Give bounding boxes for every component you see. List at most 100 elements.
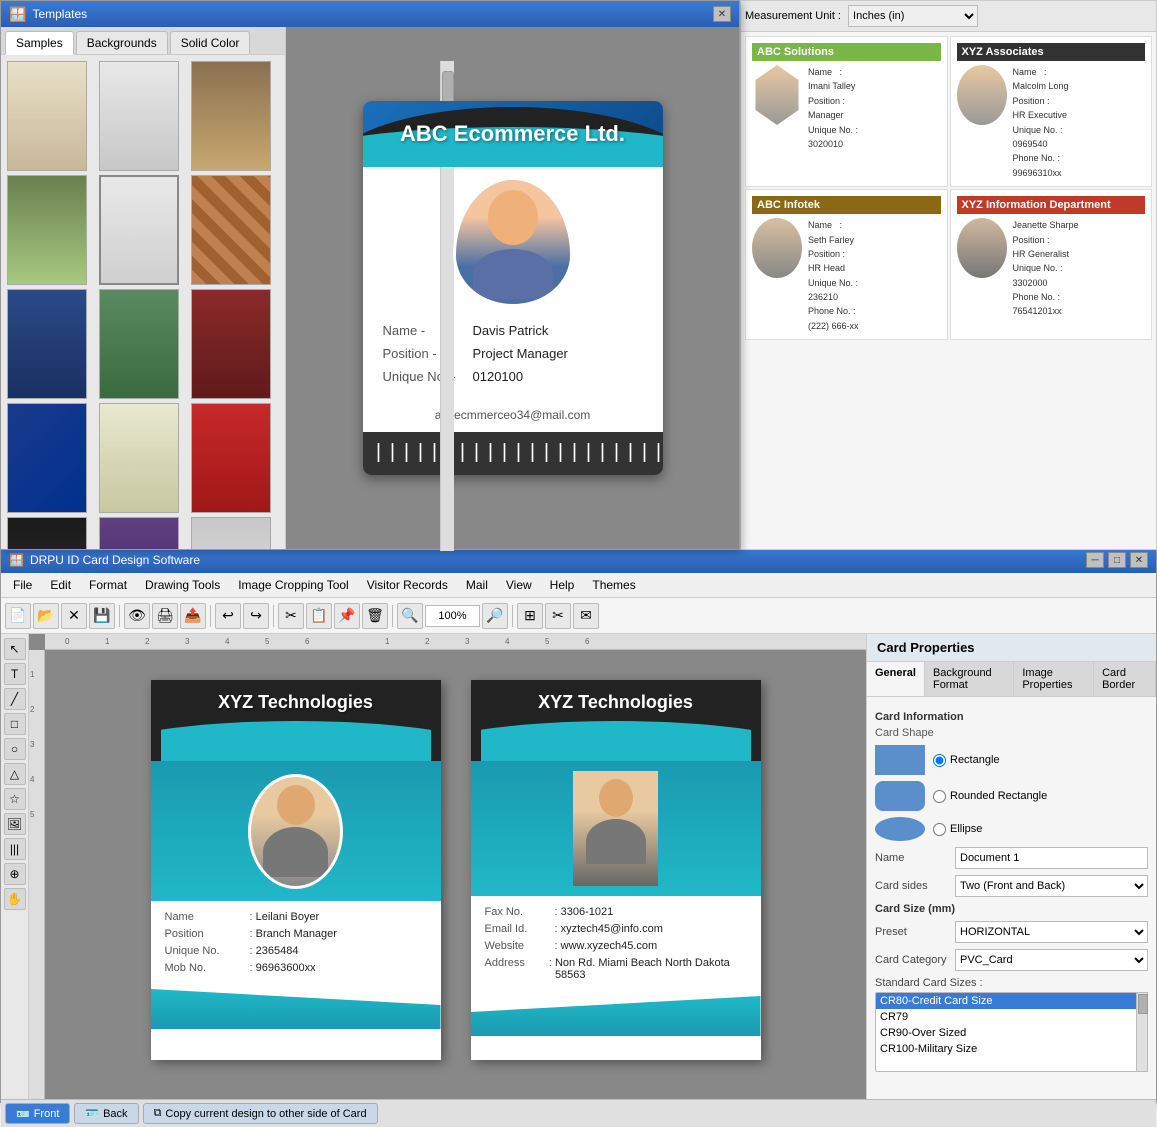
tab-backgrounds[interactable]: Backgrounds: [76, 31, 168, 54]
back-fax-label: Fax No.: [485, 906, 555, 918]
tool-crop[interactable]: ⊕: [4, 863, 26, 885]
grid-btn[interactable]: ⊞: [517, 603, 543, 629]
rounded-radio-label[interactable]: Rounded Rectangle: [933, 790, 1047, 803]
copy-btn[interactable]: 📋: [306, 603, 332, 629]
menu-view[interactable]: View: [498, 575, 540, 595]
listbox-scrollbar[interactable]: [1136, 992, 1148, 1072]
menu-file[interactable]: File: [5, 575, 40, 595]
template-thumb-14[interactable]: [99, 517, 179, 549]
template-thumb-15[interactable]: [191, 517, 271, 549]
tab-solid-color[interactable]: Solid Color: [170, 31, 251, 54]
tab-back[interactable]: 🪪 Back: [74, 1103, 138, 1124]
tool-image[interactable]: 🖼: [4, 813, 26, 835]
template-thumb-2[interactable]: [99, 61, 179, 171]
back-website-row: Website : www.xyzech45.com: [485, 940, 747, 952]
menu-image-cropping[interactable]: Image Cropping Tool: [230, 575, 357, 595]
open-btn[interactable]: 📂: [33, 603, 59, 629]
template-thumb-11[interactable]: [99, 403, 179, 513]
paste-btn[interactable]: 📌: [334, 603, 360, 629]
template-thumb-4[interactable]: [7, 175, 87, 285]
menu-drawing-tools[interactable]: Drawing Tools: [137, 575, 228, 595]
menu-mail[interactable]: Mail: [458, 575, 496, 595]
abc-infotek-card[interactable]: ABC Infotek Name : Seth Farley Position …: [745, 189, 948, 340]
menu-help[interactable]: Help: [542, 575, 583, 595]
rectangle-radio[interactable]: [933, 754, 946, 767]
ellipse-radio[interactable]: [933, 823, 946, 836]
menu-themes[interactable]: Themes: [584, 575, 643, 595]
template-thumb-3[interactable]: [191, 61, 271, 171]
back-card[interactable]: XYZ Technologies: [471, 680, 761, 1060]
abc-solutions-card[interactable]: ABC Solutions Name : Imani Talley Positi…: [745, 36, 948, 187]
zoom-in-btn[interactable]: 🔍: [397, 603, 423, 629]
xyz-info-dept-card[interactable]: XYZ Information Department Jeanette Shar…: [950, 189, 1153, 340]
front-card-info: Name : Leilani Boyer Position : Branch M…: [151, 901, 441, 989]
front-card[interactable]: XYZ Technologies: [151, 680, 441, 1060]
rectangle-radio-label[interactable]: Rectangle: [933, 754, 1000, 767]
maximize-btn[interactable]: □: [1108, 552, 1126, 568]
listbox-scrollbar-thumb[interactable]: [1138, 994, 1148, 1014]
ruler-h-m6: 6: [585, 637, 589, 646]
delete-btn[interactable]: 🗑: [362, 603, 388, 629]
menu-visitor-records[interactable]: Visitor Records: [359, 575, 456, 595]
template-thumb-1[interactable]: [7, 61, 87, 171]
abc-infotek-title: ABC Infotek: [752, 196, 941, 214]
template-thumb-8[interactable]: [99, 289, 179, 399]
tool-circle[interactable]: ○: [4, 738, 26, 760]
close-doc-btn[interactable]: ✕: [61, 603, 87, 629]
template-thumb-5[interactable]: [99, 175, 179, 285]
xyz-position: Position : HR Executive: [1013, 94, 1069, 123]
tab-general[interactable]: General: [867, 662, 925, 696]
template-thumb-13[interactable]: [7, 517, 87, 549]
canvas-area[interactable]: 1 2 3 4 5 0 1 2 3 4 5 6: [29, 634, 866, 1099]
template-thumb-12[interactable]: [191, 403, 271, 513]
undo-btn[interactable]: ↩: [215, 603, 241, 629]
zoom-out-btn[interactable]: 🔎: [482, 603, 508, 629]
tool-line[interactable]: ╱: [4, 688, 26, 710]
email-btn[interactable]: ✉: [573, 603, 599, 629]
tool-pointer[interactable]: ↖: [4, 638, 26, 660]
export-btn[interactable]: 📤: [180, 603, 206, 629]
tool-rect[interactable]: □: [4, 713, 26, 735]
infotek-phone: Phone No. : (222) 666-xx: [808, 304, 859, 333]
template-thumb-9[interactable]: [191, 289, 271, 399]
tool-text[interactable]: T: [4, 663, 26, 685]
tool-star[interactable]: ☆: [4, 788, 26, 810]
tool-triangle[interactable]: △: [4, 763, 26, 785]
front-unique-value: 2365484: [256, 945, 299, 957]
template-thumb-10[interactable]: [7, 403, 87, 513]
menu-format[interactable]: Format: [81, 575, 135, 595]
xyz-info-unique: Unique No. : 3302000: [1013, 261, 1079, 290]
xyz-associates-card[interactable]: XYZ Associates Name : Malcolm Long Posit…: [950, 36, 1153, 187]
minimize-btn[interactable]: ─: [1086, 552, 1104, 568]
card-category-select[interactable]: PVC_Card: [955, 949, 1148, 971]
template-thumb-7[interactable]: [7, 289, 87, 399]
print-btn[interactable]: 🖨: [152, 603, 178, 629]
close-main-btn[interactable]: ✕: [1130, 552, 1148, 568]
card-sides-select[interactable]: Two (Front and Back): [955, 875, 1148, 897]
save-btn[interactable]: 💾: [89, 603, 115, 629]
tab-front[interactable]: 🪪 Front: [5, 1103, 70, 1124]
tab-image-properties[interactable]: Image Properties: [1014, 662, 1094, 696]
preview-btn[interactable]: 👁: [124, 603, 150, 629]
redo-btn[interactable]: ↪: [243, 603, 269, 629]
menu-edit[interactable]: Edit: [42, 575, 79, 595]
preset-select[interactable]: HORIZONTAL: [955, 921, 1148, 943]
close-btn[interactable]: ✕: [713, 6, 731, 22]
sizes-listbox[interactable]: CR80-Credit Card SizeCR79CR90-Over Sized…: [875, 992, 1148, 1072]
crop-btn[interactable]: ✂: [545, 603, 571, 629]
rounded-radio[interactable]: [933, 790, 946, 803]
rectangle-label: Rectangle: [950, 754, 1000, 766]
tab-samples[interactable]: Samples: [5, 31, 74, 55]
tab-background-format[interactable]: Background Format: [925, 662, 1014, 696]
tool-barcode[interactable]: |||: [4, 838, 26, 860]
measurement-select[interactable]: Inches (in): [848, 5, 978, 27]
name-field[interactable]: [955, 847, 1148, 869]
tab-card-border[interactable]: Card Border: [1094, 662, 1156, 696]
zoom-input[interactable]: [425, 605, 480, 627]
tool-hand[interactable]: ✋: [4, 888, 26, 910]
cut-btn[interactable]: ✂: [278, 603, 304, 629]
ellipse-radio-label[interactable]: Ellipse: [933, 823, 982, 836]
tab-copy-design[interactable]: ⧉ Copy current design to other side of C…: [143, 1103, 378, 1124]
new-btn[interactable]: 📄: [5, 603, 31, 629]
template-thumb-6[interactable]: [191, 175, 271, 285]
